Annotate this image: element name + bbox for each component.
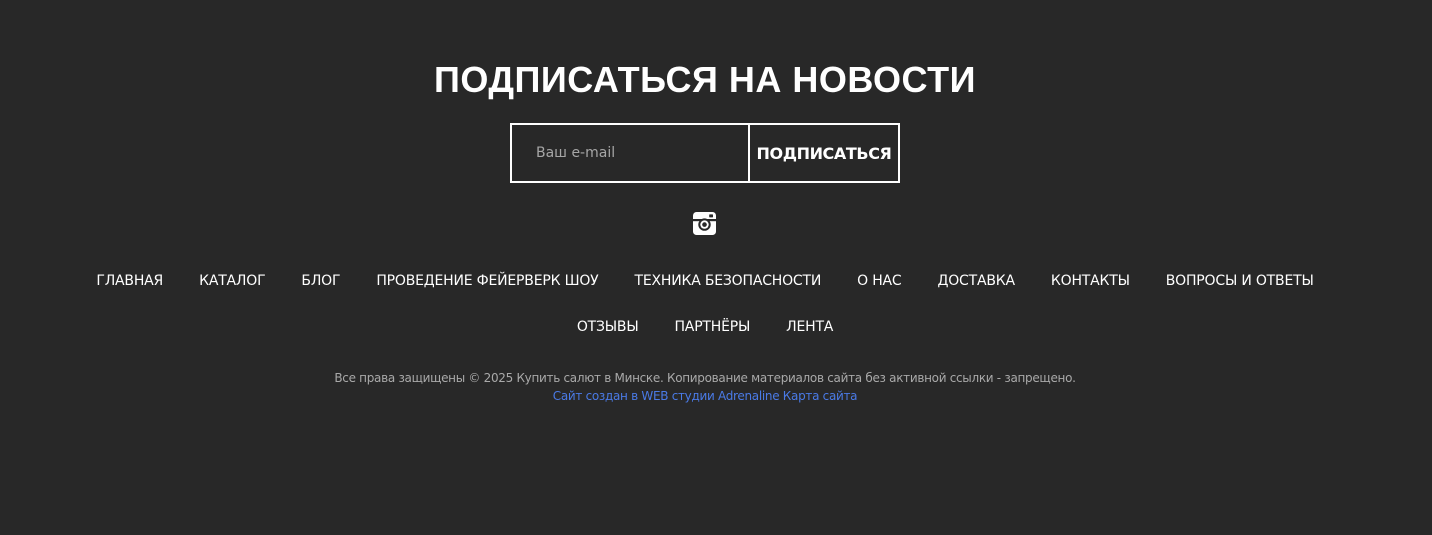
nav-link-safety[interactable]: ТЕХНИКА БЕЗОПАСНОСТИ [635,272,822,290]
nav-link-catalog[interactable]: КАТАЛОГ [199,272,266,290]
sitemap-link[interactable]: Карта сайта [783,389,858,403]
subscribe-title: ПОДПИСАТЬСЯ НА НОВОСТИ [433,59,977,100]
site-footer: ПОДПИСАТЬСЯ НА НОВОСТИ ПОДПИСАТЬСЯ ГЛАВН… [0,0,1432,535]
nav-link-reviews[interactable]: ОТЗЫВЫ [577,318,639,336]
nav-link-partners[interactable]: ПАРТНЁРЫ [674,318,750,336]
nav-link-fireworks-show[interactable]: ПРОВЕДЕНИЕ ФЕЙЕРВЕРК ШОУ [376,272,598,290]
nav-link-about[interactable]: О НАС [857,272,902,290]
nav-link-contacts[interactable]: КОНТАКТЫ [1051,272,1130,290]
subscribe-form: ПОДПИСАТЬСЯ [510,123,900,183]
subscribe-button[interactable]: ПОДПИСАТЬСЯ [749,123,900,183]
instagram-link[interactable] [693,212,716,235]
nav-link-feed[interactable]: ЛЕНТА [786,318,833,336]
nav-link-faq[interactable]: ВОПРОСЫ И ОТВЕТЫ [1166,272,1314,290]
footer-nav-row-1: ГЛАВНАЯ КАТАЛОГ БЛОГ ПРОВЕДЕНИЕ ФЕЙЕРВЕР… [0,272,1410,290]
copyright-text: Все права защищены © 2025 Купить салют в… [334,371,1076,385]
instagram-icon [693,212,716,235]
studio-link[interactable]: Сайт создан в WEB студии Adrenaline [553,389,780,403]
credits-line: Сайт создан в WEB студии Adrenaline Карт… [0,388,1410,404]
nav-link-home[interactable]: ГЛАВНАЯ [96,272,163,290]
nav-link-blog[interactable]: БЛОГ [301,272,340,290]
email-input[interactable] [510,123,749,183]
nav-link-delivery[interactable]: ДОСТАВКА [938,272,1016,290]
footer-nav-row-2: ОТЗЫВЫ ПАРТНЁРЫ ЛЕНТА [0,318,1410,336]
